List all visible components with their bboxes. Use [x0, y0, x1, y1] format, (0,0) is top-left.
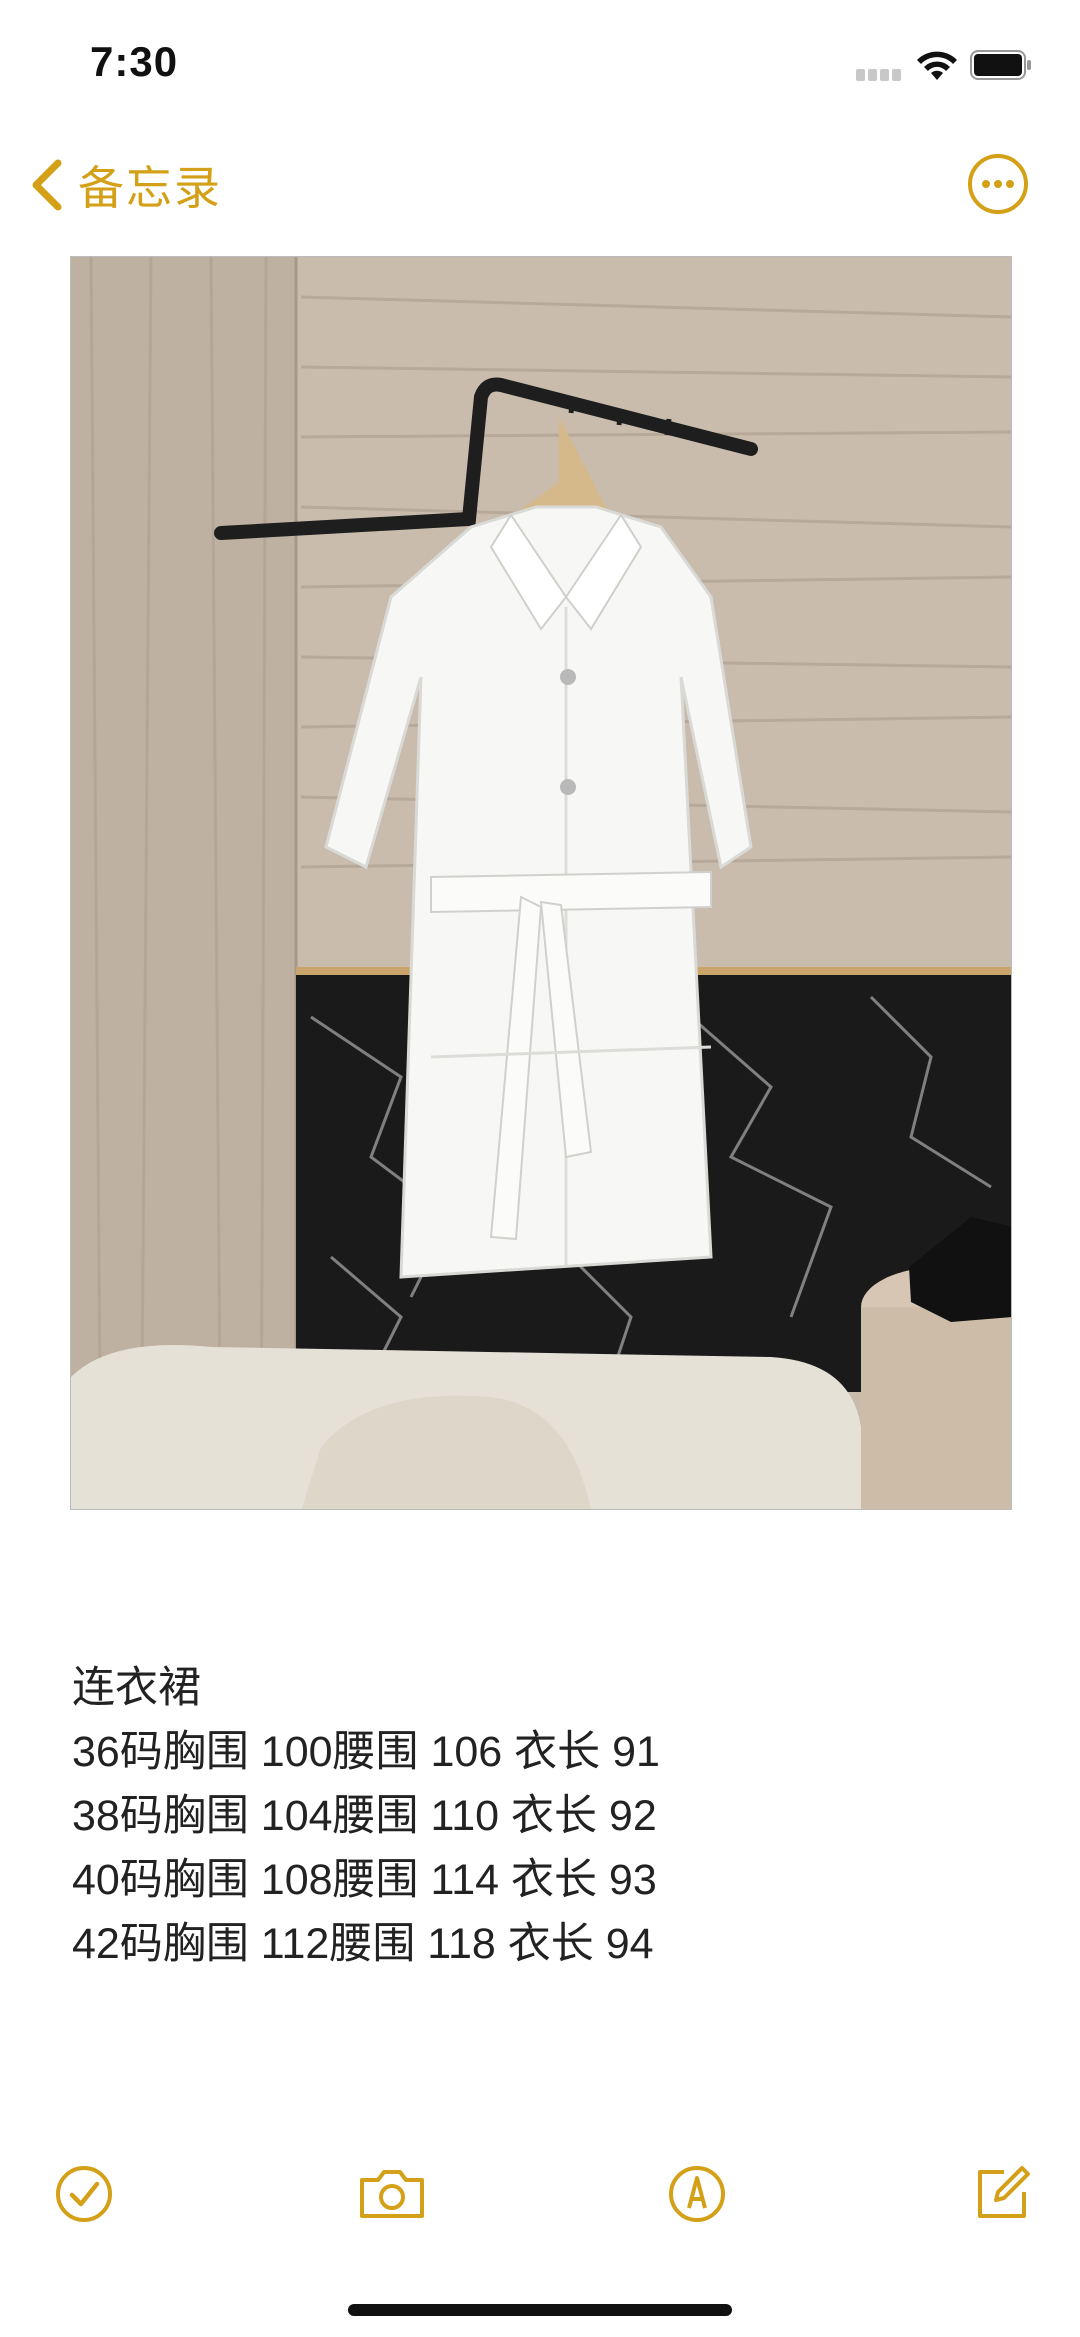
checklist-icon[interactable]	[52, 2162, 116, 2226]
camera-icon[interactable]	[356, 2162, 428, 2226]
note-line: 42码胸围 112腰围 118 衣长 94	[72, 1920, 654, 1968]
battery-icon	[970, 50, 1031, 80]
status-time: 7:30	[90, 38, 179, 85]
home-indicator[interactable]	[348, 2304, 732, 2316]
back-button[interactable]: 备忘录	[28, 150, 222, 220]
cellular-signal-icon	[856, 68, 906, 81]
note-line: 38码胸围 104腰围 110 衣长 92	[72, 1792, 657, 1840]
note-body[interactable]: 连衣裙 36码胸围 100腰围 106 衣长 91 38码胸围 104腰围 11…	[72, 1656, 1012, 1976]
note-title: 连衣裙	[72, 1664, 201, 1712]
wifi-icon	[917, 51, 957, 80]
note-line: 40码胸围 108腰围 114 衣长 93	[72, 1856, 657, 1904]
back-label: 备忘录	[78, 162, 222, 214]
note-line: 36码胸围 100腰围 106 衣长 91	[72, 1728, 660, 1776]
status-bar: 7:30	[0, 0, 1080, 130]
markup-pen-icon[interactable]	[665, 2162, 729, 2226]
compose-icon[interactable]	[970, 2162, 1034, 2226]
ellipsis-circle-icon[interactable]	[966, 152, 1030, 216]
chevron-left-icon	[32, 159, 62, 211]
note-image[interactable]	[70, 256, 1012, 1510]
dress-photo-illustration	[71, 257, 1011, 1509]
notes-screen: 7:30 备忘录 连衣裙 36码胸围 100腰围 106 衣长 91 38码胸围…	[0, 0, 1080, 2337]
